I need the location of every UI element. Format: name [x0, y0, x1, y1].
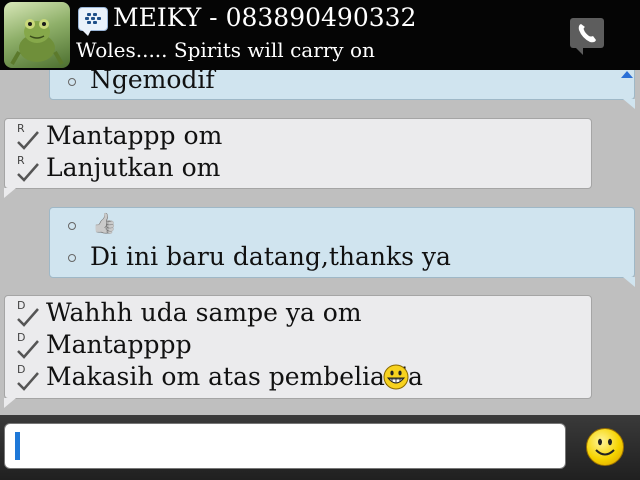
message-text: Mantapppp [46, 330, 192, 359]
phone-icon [578, 24, 596, 43]
sent-message[interactable]: Ngemodif [49, 70, 635, 109]
read-check-icon: R [15, 155, 41, 185]
composer-bar [0, 415, 640, 480]
bullet-icon [68, 222, 76, 230]
thumbs-up-icon: 👍 [92, 211, 117, 235]
frog-icon [10, 19, 64, 66]
bullet-icon [68, 78, 76, 86]
message-text: Lanjutkan om [46, 153, 221, 182]
received-message[interactable]: D Wahhh uda sampe ya om D Mantapppp D Ma… [4, 295, 592, 408]
received-message[interactable]: R Mantappp om R Lanjutkan om [4, 118, 592, 198]
emoticon-button[interactable] [586, 428, 624, 466]
smiley-icon [595, 438, 615, 456]
bullet-icon [68, 254, 76, 262]
message-text: Di ini baru datang,thanks ya [90, 242, 451, 271]
chat-header: MEIKY - 083890490332 Woles..... Spirits … [0, 0, 640, 70]
message-text: Makasih om atas pembelian'a [46, 362, 423, 391]
message-text: Ngemodif [90, 70, 215, 94]
sent-message[interactable]: 👍 Di ini baru datang,thanks ya [49, 207, 635, 287]
contact-avatar[interactable] [4, 2, 70, 68]
message-text: Mantappp om [46, 121, 223, 150]
call-button[interactable] [570, 18, 604, 55]
message-input[interactable] [4, 423, 566, 469]
text-cursor [15, 432, 20, 460]
contact-status: Woles..... Spirits will carry on [76, 38, 375, 62]
read-check-icon: R [15, 123, 41, 153]
bbm-chat-icon [78, 7, 108, 36]
delivered-check-icon: D [15, 332, 41, 362]
scroll-up-icon[interactable] [621, 71, 633, 78]
delivered-check-icon: D [15, 300, 41, 330]
message-text: Wahhh uda sampe ya om [46, 298, 362, 327]
grin-emoticon-icon [383, 364, 409, 390]
conversation-area[interactable]: Ngemodif R Mantappp om R Lanjutkan om 👍 … [0, 70, 640, 415]
contact-name: MEIKY - 083890490332 [113, 3, 417, 32]
delivered-check-icon: D [15, 364, 41, 394]
